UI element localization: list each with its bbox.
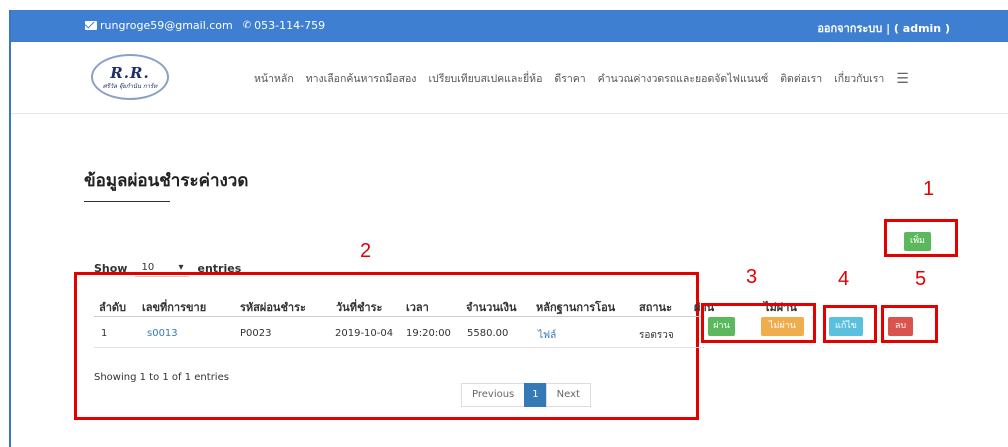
column-header-payment-code[interactable]: รหัสผ่อนชำระ: [240, 298, 306, 316]
nav-item-compare[interactable]: เปรียบเทียบสเปคและยี่ห้อ: [428, 70, 542, 87]
cell-no: 1: [101, 328, 108, 339]
title-underline: [84, 201, 170, 202]
annotation-number-3: 3: [746, 266, 758, 288]
table-info: Showing 1 to 1 of 1 entries: [94, 372, 229, 383]
main-nav: หน้าหลัก ทางเลือกค้นหารถมือสอง เปรียบเที…: [254, 70, 909, 87]
column-header-status[interactable]: สถานะ: [639, 298, 672, 316]
entries-label: entries: [197, 261, 242, 275]
header-divider: [94, 316, 704, 317]
logout-link[interactable]: ออกจากระบบ | ( admin ): [817, 19, 950, 37]
annotation-number-2: 2: [360, 240, 372, 262]
cell-payment-code: P0023: [240, 328, 272, 339]
chevron-down-icon: ▾: [178, 262, 184, 273]
pagination: Previous 1 Next: [461, 383, 591, 407]
page-title: ข้อมูลผ่อนชำระค่างวด: [84, 171, 249, 191]
annotation-number-4: 4: [838, 268, 850, 290]
site-logo[interactable]: R.R. ศรีวัล จุ๊ยกำนัน การ์ท: [91, 54, 169, 100]
annotation-number-5: 5: [915, 268, 927, 290]
pagination-previous[interactable]: Previous: [461, 383, 526, 407]
annotation-number-1: 1: [923, 178, 935, 200]
annotation-box-2: [74, 272, 699, 420]
nav-item-price[interactable]: ดีราคา: [554, 70, 585, 87]
logo-tagline: ศรีวัล จุ๊ยกำนัน การ์ท: [102, 82, 158, 90]
row-divider: [94, 347, 704, 348]
pagination-next[interactable]: Next: [545, 383, 591, 407]
edit-button[interactable]: แก้ไข: [829, 317, 863, 336]
top-bar: rungroge59@gmail.com ✆ 053-114-759 ออกจา…: [11, 10, 1008, 42]
delete-button[interactable]: ลบ: [888, 317, 913, 336]
column-header-date[interactable]: วันที่ชำระ: [336, 298, 382, 316]
nav-item-contact[interactable]: ติดต่อเรา: [780, 70, 822, 87]
add-button[interactable]: เพิ่ม: [904, 232, 931, 251]
show-label: Show: [94, 261, 128, 275]
cell-time: 19:20:00: [406, 328, 451, 339]
pagination-page-1[interactable]: 1: [524, 383, 547, 407]
nav-item-home[interactable]: หน้าหลัก: [254, 70, 294, 87]
column-header-proof[interactable]: หลักฐานการโอน: [536, 298, 615, 316]
nav-item-search-cars[interactable]: ทางเลือกค้นหารถมือสอง: [306, 70, 417, 87]
length-control: Show 10 ▾ entries: [94, 259, 241, 277]
logo-text: R.R.: [110, 63, 150, 82]
column-header-sale-id[interactable]: เลขที่การขาย: [142, 298, 206, 316]
cell-amount: 5580.00: [467, 328, 509, 339]
nav-item-about[interactable]: เกี่ยวกับเรา: [834, 70, 884, 87]
column-header-time[interactable]: เวลา: [406, 298, 429, 316]
entries-select-value: 10: [141, 262, 155, 273]
cell-status: รอตรวจ: [639, 330, 674, 341]
cell-proof-link[interactable]: ไฟล์: [538, 328, 556, 343]
pass-button[interactable]: ผ่าน: [708, 317, 735, 336]
fail-button[interactable]: ไม่ผ่าน: [761, 317, 804, 336]
site-header: R.R. ศรีวัล จุ๊ยกำนัน การ์ท หน้าหลัก ทาง…: [11, 42, 1008, 114]
column-header-no[interactable]: ลำดับ: [99, 298, 126, 316]
nav-item-calculator[interactable]: คำนวณค่างวดรถและยอดจัดไฟแนนซ์: [598, 70, 769, 87]
phone-icon: ✆: [242, 20, 252, 31]
hamburger-menu-icon[interactable]: ☰: [896, 71, 909, 87]
contact-email[interactable]: rungroge59@gmail.com: [100, 19, 233, 32]
cell-sale-id-link[interactable]: s0013: [147, 328, 178, 339]
column-header-amount[interactable]: จำนวนเงิน: [466, 298, 517, 316]
cell-date: 2019-10-04: [335, 328, 394, 339]
page-frame: rungroge59@gmail.com ✆ 053-114-759 ออกจา…: [9, 10, 1008, 447]
envelope-icon: [85, 21, 97, 30]
entries-select[interactable]: 10 ▾: [135, 259, 190, 277]
contact-info: rungroge59@gmail.com ✆ 053-114-759: [85, 19, 325, 32]
contact-phone[interactable]: 053-114-759: [254, 19, 325, 32]
